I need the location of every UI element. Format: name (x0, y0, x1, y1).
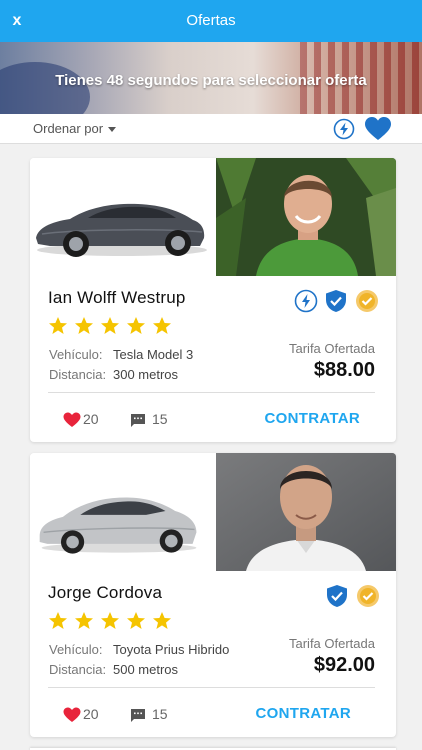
likes-count: 20 (83, 411, 99, 427)
medal-badge-icon (357, 585, 379, 607)
offer-card: Ian Wolff Westrup Vehículo: Tesla Model … (30, 158, 396, 442)
star-icon (75, 317, 93, 334)
comment-icon (131, 414, 145, 427)
bolt-badge-icon (294, 289, 318, 313)
sort-label: Ordenar por (33, 121, 104, 136)
sort-bar: Ordenar por (0, 114, 422, 144)
vehicle-label: Vehículo: (49, 347, 103, 362)
star-icon (101, 612, 119, 629)
star-icon (75, 612, 93, 629)
driver-name: Jorge Cordova (48, 583, 163, 602)
car-image (30, 454, 210, 570)
distance-value: 500 metros (113, 662, 179, 677)
distance-label: Distancia: (49, 662, 107, 677)
driver-badges (326, 584, 380, 608)
countdown-message: Tienes 48 segundos para seleccionar ofer… (55, 72, 367, 89)
sort-dropdown[interactable]: Ordenar por (33, 121, 117, 136)
app-header: x Ofertas (0, 0, 422, 42)
fare-value: $92.00 (313, 654, 375, 676)
countdown-banner: Tienes 48 segundos para seleccionar ofer… (0, 42, 422, 114)
star-icon (101, 317, 119, 334)
star-icon (127, 317, 145, 334)
fare-value: $88.00 (313, 359, 375, 381)
fare-label: Tarifa Ofertada (289, 341, 375, 356)
heart-icon (63, 707, 81, 722)
star-icon (49, 317, 67, 334)
star-icon (127, 612, 145, 629)
driver-photo (216, 158, 396, 276)
vehicle-value: Tesla Model 3 (113, 347, 194, 362)
offer-card: Jorge Cordova Vehículo: Toyota Prius Hib… (30, 453, 396, 737)
driver-photo (216, 453, 396, 571)
divider (48, 392, 375, 393)
divider (48, 687, 375, 688)
fare-label: Tarifa Ofertada (289, 636, 375, 651)
driver-name: Ian Wolff Westrup (48, 288, 186, 307)
medal-badge-icon (356, 290, 378, 312)
driver-badges (294, 289, 380, 313)
heart-icon (63, 412, 81, 427)
page-title: Ofertas (186, 12, 236, 29)
distance-value: 300 metros (113, 367, 179, 382)
star-icon (153, 317, 171, 334)
vehicle-label: Vehículo: (49, 642, 103, 657)
bolt-filter-icon[interactable] (333, 118, 355, 140)
likes-count: 20 (83, 706, 99, 722)
comments-count: 15 (152, 706, 168, 722)
rating-stars (48, 316, 171, 336)
chevron-down-icon (108, 127, 117, 133)
heart-filter-icon[interactable] (364, 116, 392, 142)
shield-badge-icon (327, 585, 347, 607)
vehicle-value: Toyota Prius Hibrido (113, 642, 230, 657)
comment-icon (131, 709, 145, 722)
distance-label: Distancia: (49, 367, 107, 382)
hire-button[interactable]: CONTRATAR (256, 705, 351, 722)
rating-stars (48, 611, 171, 631)
comments-count: 15 (152, 411, 168, 427)
star-icon (49, 612, 67, 629)
star-icon (153, 612, 171, 629)
car-image (30, 158, 216, 276)
shield-badge-icon (326, 290, 346, 312)
hire-button[interactable]: CONTRATAR (265, 410, 360, 427)
